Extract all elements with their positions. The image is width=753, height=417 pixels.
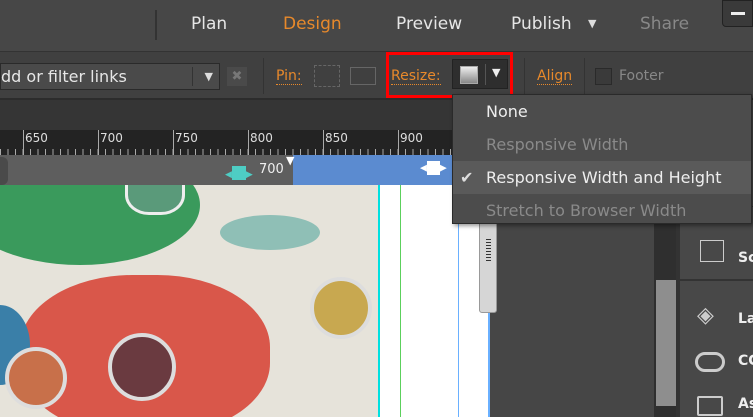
breakpoint-width: 700: [259, 162, 284, 177]
ruler-label: 800: [250, 131, 273, 145]
panel-assets[interactable]: As: [738, 396, 753, 412]
align-button[interactable]: Align: [537, 68, 573, 85]
scroll-effects-icon: [700, 240, 724, 262]
ruler-label: 850: [325, 131, 348, 145]
tab-share[interactable]: Share: [640, 14, 689, 34]
tab-design[interactable]: Design: [283, 14, 342, 34]
minimize-icon: [731, 12, 745, 15]
clear-button[interactable]: ✖: [227, 67, 247, 86]
divider: [155, 10, 157, 40]
links-filter-input[interactable]: dd or filter links ▼: [0, 63, 220, 90]
resize-label[interactable]: Resize:: [391, 68, 441, 85]
footer-checkbox[interactable]: [595, 68, 612, 85]
ruler-label: 750: [175, 131, 198, 145]
ruler: 650 700 750 800 850 900: [0, 130, 452, 155]
toolbar: dd or filter links ▼ ✖ Pin: Resize: ▼ Al…: [0, 52, 753, 100]
grip-icon: [486, 239, 491, 263]
breakpoint-marker-icon[interactable]: ▼: [286, 154, 294, 167]
menu-item-stretch-to-browser-width[interactable]: Stretch to Browser Width: [453, 194, 751, 227]
top-bar: Plan Design Preview Publish ▼ Share: [0, 0, 753, 52]
scrollbar-thumb[interactable]: [656, 280, 676, 406]
chevron-down-icon: ▼: [492, 66, 501, 79]
breakpoint-bar: ◀ ▶ 700 ▼ ◀ ▶: [0, 154, 452, 185]
breakpoint-handle[interactable]: ◀ ▶: [420, 161, 448, 177]
chevron-down-icon[interactable]: ▼: [205, 64, 213, 89]
pin-center-icon[interactable]: [350, 67, 376, 85]
breakpoint-handle[interactable]: ◀ ▶: [225, 162, 255, 180]
menu-item-responsive-width-and-height[interactable]: ✔ Responsive Width and Height: [453, 161, 751, 194]
checkmark-icon: ✔: [460, 168, 474, 187]
resize-mode-icon: [460, 66, 478, 84]
ruler-label: 650: [25, 131, 48, 145]
tab-publish[interactable]: Publish: [511, 14, 572, 34]
pin-corners-icon[interactable]: [314, 65, 340, 87]
menu-item-none[interactable]: None: [453, 95, 751, 128]
pin-label[interactable]: Pin:: [276, 68, 302, 85]
creative-cloud-icon: [695, 352, 725, 372]
resize-dropdown-button[interactable]: ▼: [452, 59, 508, 89]
menu-item-label: Responsive Width: [486, 135, 629, 154]
menu-item-responsive-width[interactable]: Responsive Width: [453, 128, 751, 161]
canvas-image[interactable]: [0, 185, 378, 417]
panel-layers[interactable]: La: [738, 311, 753, 327]
menu-item-label: Stretch to Browser Width: [486, 201, 687, 220]
menu-item-label: Responsive Width and Height: [486, 168, 722, 187]
panel-scroll-effects[interactable]: Sc: [738, 250, 753, 266]
tab-plan[interactable]: Plan: [191, 14, 227, 34]
links-filter-placeholder: dd or filter links: [1, 67, 127, 86]
tab-preview[interactable]: Preview: [396, 14, 462, 34]
ruler-label: 900: [400, 131, 423, 145]
resize-menu: None Responsive Width ✔ Responsive Width …: [452, 94, 752, 224]
menu-item-label: None: [486, 102, 528, 121]
assets-icon: [697, 396, 723, 416]
page-resize-handle[interactable]: [479, 222, 497, 313]
publish-dropdown-icon[interactable]: ▼: [588, 17, 596, 30]
ruler-label: 700: [100, 131, 123, 145]
footer-label: Footer: [619, 68, 664, 84]
minimize-button[interactable]: [722, 0, 753, 27]
panel-cc-libraries[interactable]: CC: [738, 353, 753, 369]
layers-icon: ◈: [697, 303, 714, 328]
